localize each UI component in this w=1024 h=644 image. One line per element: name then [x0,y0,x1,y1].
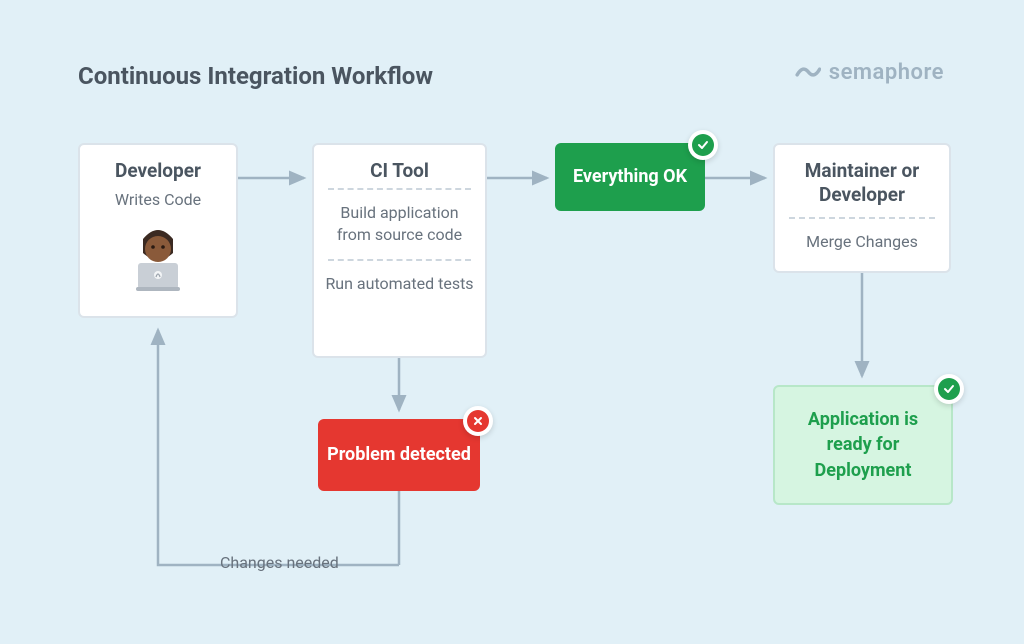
everything-ok-label: Everything OK [573,165,687,188]
maintainer-subtitle: Merge Changes [775,219,949,265]
check-icon [943,383,955,395]
ci-step-build: Build application from source code [314,190,485,259]
ci-tool-card: CI Tool Build application from source co… [312,143,487,358]
diagram-title: Continuous Integration Workflow [78,62,433,90]
developer-avatar-icon [123,227,193,291]
developer-subtitle: Writes Code [80,188,236,223]
check-badge [688,130,718,160]
everything-ok-card: Everything OK [555,143,705,211]
ready-label: Application is ready for Deployment [775,407,951,483]
maintainer-title: Maintainer or Developer [775,145,949,217]
changes-needed-label: Changes needed [220,553,339,572]
problem-detected-label: Problem detected [327,443,471,466]
check-icon [697,139,709,151]
ci-tool-title: CI Tool [314,145,485,188]
ready-card: Application is ready for Deployment [773,385,953,505]
developer-card: Developer Writes Code [78,143,238,318]
flow-arrows [0,0,1024,644]
maintainer-card: Maintainer or Developer Merge Changes [773,143,951,273]
ci-step-tests: Run automated tests [314,261,485,307]
developer-title: Developer [80,145,236,188]
close-icon [472,415,484,427]
semaphore-icon [793,58,821,86]
check-badge [934,374,964,404]
error-badge [463,406,493,436]
brand-text: semaphore [829,60,944,85]
brand-logo: semaphore [793,58,944,86]
problem-detected-card: Problem detected [318,419,480,491]
